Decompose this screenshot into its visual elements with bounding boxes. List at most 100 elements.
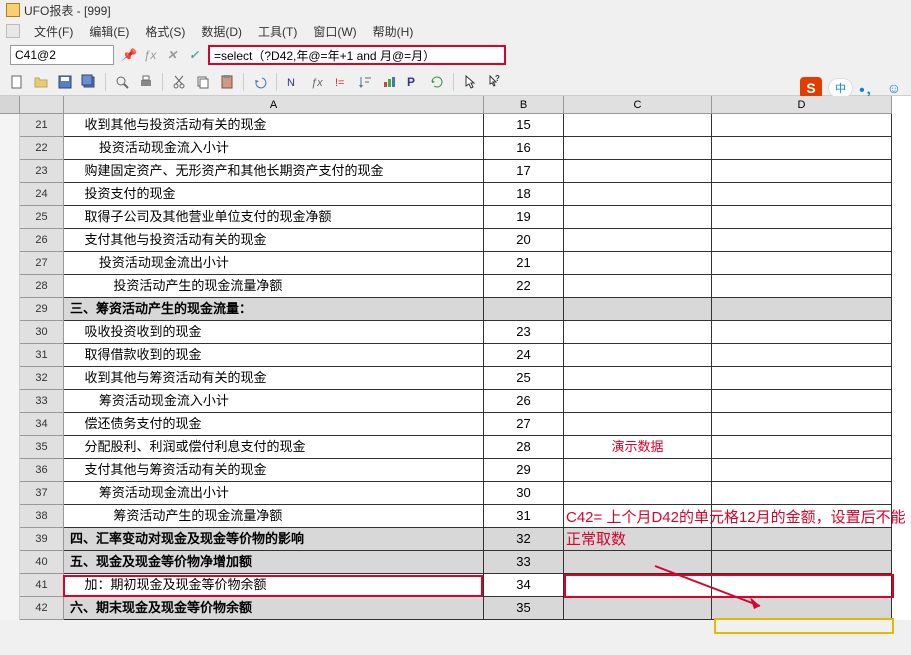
cell-b[interactable]: 24 bbox=[484, 344, 564, 367]
open-icon[interactable] bbox=[30, 71, 52, 93]
cell-a[interactable]: 投资活动产生的现金流量净额 bbox=[64, 275, 484, 298]
cell-c[interactable] bbox=[564, 252, 712, 275]
cell-a[interactable]: 筹资活动产生的现金流量净额 bbox=[64, 505, 484, 528]
row-number[interactable]: 29 bbox=[20, 298, 64, 321]
cell-d[interactable] bbox=[712, 390, 892, 413]
copy-icon[interactable] bbox=[192, 71, 214, 93]
row-number[interactable]: 37 bbox=[20, 482, 64, 505]
cell-d[interactable] bbox=[712, 160, 892, 183]
cell-d[interactable] bbox=[712, 183, 892, 206]
fx-icon[interactable]: ƒx bbox=[142, 47, 158, 63]
cell-c[interactable] bbox=[564, 206, 712, 229]
cell-d[interactable] bbox=[712, 459, 892, 482]
cell-c[interactable] bbox=[564, 367, 712, 390]
cell-b[interactable]: 16 bbox=[484, 137, 564, 160]
col-header-b[interactable]: B bbox=[484, 96, 564, 114]
cell-b[interactable] bbox=[484, 298, 564, 321]
cell-a[interactable]: 五、现金及现金等价物净增加额 bbox=[64, 551, 484, 574]
row-number[interactable]: 30 bbox=[20, 321, 64, 344]
save-all-icon[interactable] bbox=[78, 71, 100, 93]
row-number[interactable]: 40 bbox=[20, 551, 64, 574]
cell-b[interactable]: 21 bbox=[484, 252, 564, 275]
new-icon[interactable] bbox=[6, 71, 28, 93]
cell-c[interactable] bbox=[564, 321, 712, 344]
paste-icon[interactable] bbox=[216, 71, 238, 93]
cell-c[interactable] bbox=[564, 114, 712, 137]
cell-b[interactable]: 19 bbox=[484, 206, 564, 229]
ime-emoji-icon[interactable]: ☺ bbox=[887, 80, 901, 96]
row-number[interactable]: 38 bbox=[20, 505, 64, 528]
help-icon[interactable]: ? bbox=[483, 71, 505, 93]
cell-d[interactable] bbox=[712, 114, 892, 137]
row-number[interactable]: 31 bbox=[20, 344, 64, 367]
cell-a[interactable]: 筹资活动现金流入小计 bbox=[64, 390, 484, 413]
undo-icon[interactable] bbox=[249, 71, 271, 93]
cell-c[interactable] bbox=[564, 482, 712, 505]
chart-icon[interactable] bbox=[378, 71, 400, 93]
cancel-icon[interactable]: ✕ bbox=[164, 47, 180, 63]
cell-a[interactable]: 购建固定资产、无形资产和其他长期资产支付的现金 bbox=[64, 160, 484, 183]
cell-c[interactable] bbox=[564, 551, 712, 574]
cell-a[interactable]: 吸收投资收到的现金 bbox=[64, 321, 484, 344]
cell-d[interactable] bbox=[712, 275, 892, 298]
cell-a[interactable]: 投资支付的现金 bbox=[64, 183, 484, 206]
col-header-d[interactable]: D bbox=[712, 96, 892, 114]
menu-file[interactable]: 文件(F) bbox=[26, 21, 81, 42]
row-number[interactable]: 27 bbox=[20, 252, 64, 275]
cell-c[interactable] bbox=[564, 413, 712, 436]
formula-input[interactable] bbox=[214, 48, 500, 62]
cell-a[interactable]: 支付其他与投资活动有关的现金 bbox=[64, 229, 484, 252]
menu-edit[interactable]: 编辑(E) bbox=[81, 21, 137, 42]
row-number[interactable]: 41 bbox=[20, 574, 64, 597]
cell-a[interactable]: 收到其他与筹资活动有关的现金 bbox=[64, 367, 484, 390]
cell-b[interactable]: 22 bbox=[484, 275, 564, 298]
cut-icon[interactable] bbox=[168, 71, 190, 93]
cell-a[interactable]: 三、筹资活动产生的现金流量： bbox=[64, 298, 484, 321]
cell-c[interactable] bbox=[564, 229, 712, 252]
row-number[interactable]: 22 bbox=[20, 137, 64, 160]
cell-b[interactable]: 29 bbox=[484, 459, 564, 482]
cell-c[interactable] bbox=[564, 183, 712, 206]
row-number[interactable]: 33 bbox=[20, 390, 64, 413]
row-number[interactable]: 24 bbox=[20, 183, 64, 206]
sort-icon[interactable] bbox=[354, 71, 376, 93]
number-icon[interactable]: N bbox=[282, 71, 304, 93]
insert-icon[interactable]: != bbox=[330, 71, 352, 93]
cell-b[interactable]: 20 bbox=[484, 229, 564, 252]
pin-icon[interactable]: 📌 bbox=[120, 47, 136, 63]
cell-d[interactable] bbox=[712, 321, 892, 344]
cell-a[interactable]: 取得借款收到的现金 bbox=[64, 344, 484, 367]
cell-a[interactable]: 四、汇率变动对现金及现金等价物的影响 bbox=[64, 528, 484, 551]
cell-c[interactable] bbox=[564, 574, 712, 597]
row-number[interactable]: 21 bbox=[20, 114, 64, 137]
cell-b[interactable]: 25 bbox=[484, 367, 564, 390]
cell-c[interactable] bbox=[564, 160, 712, 183]
cell-c[interactable] bbox=[564, 597, 712, 620]
cell-c[interactable] bbox=[564, 298, 712, 321]
row-number[interactable]: 23 bbox=[20, 160, 64, 183]
cell-b[interactable]: 33 bbox=[484, 551, 564, 574]
row-number[interactable]: 34 bbox=[20, 413, 64, 436]
cell-b[interactable]: 23 bbox=[484, 321, 564, 344]
col-header-a[interactable]: A bbox=[64, 96, 484, 114]
cell-a[interactable]: 投资活动现金流入小计 bbox=[64, 137, 484, 160]
print-icon[interactable] bbox=[135, 71, 157, 93]
row-number[interactable]: 42 bbox=[20, 597, 64, 620]
cell-a[interactable]: 筹资活动现金流出小计 bbox=[64, 482, 484, 505]
cell-a[interactable]: 加：期初现金及现金等价物余额 bbox=[64, 574, 484, 597]
confirm-icon[interactable]: ✓ bbox=[186, 47, 202, 63]
col-header-c[interactable]: C bbox=[564, 96, 712, 114]
cell-d[interactable] bbox=[712, 482, 892, 505]
menu-window[interactable]: 窗口(W) bbox=[305, 21, 364, 42]
function-icon[interactable]: ƒx bbox=[306, 71, 328, 93]
cell-d[interactable] bbox=[712, 597, 892, 620]
cell-b[interactable]: 18 bbox=[484, 183, 564, 206]
cell-d[interactable] bbox=[712, 574, 892, 597]
cell-c[interactable] bbox=[564, 344, 712, 367]
cell-d[interactable] bbox=[712, 206, 892, 229]
cell-a[interactable]: 分配股利、利润或偿付利息支付的现金 bbox=[64, 436, 484, 459]
cell-a[interactable]: 支付其他与筹资活动有关的现金 bbox=[64, 459, 484, 482]
pointer-icon[interactable] bbox=[459, 71, 481, 93]
cell-c[interactable] bbox=[564, 459, 712, 482]
menu-data[interactable]: 数据(D) bbox=[193, 21, 250, 42]
